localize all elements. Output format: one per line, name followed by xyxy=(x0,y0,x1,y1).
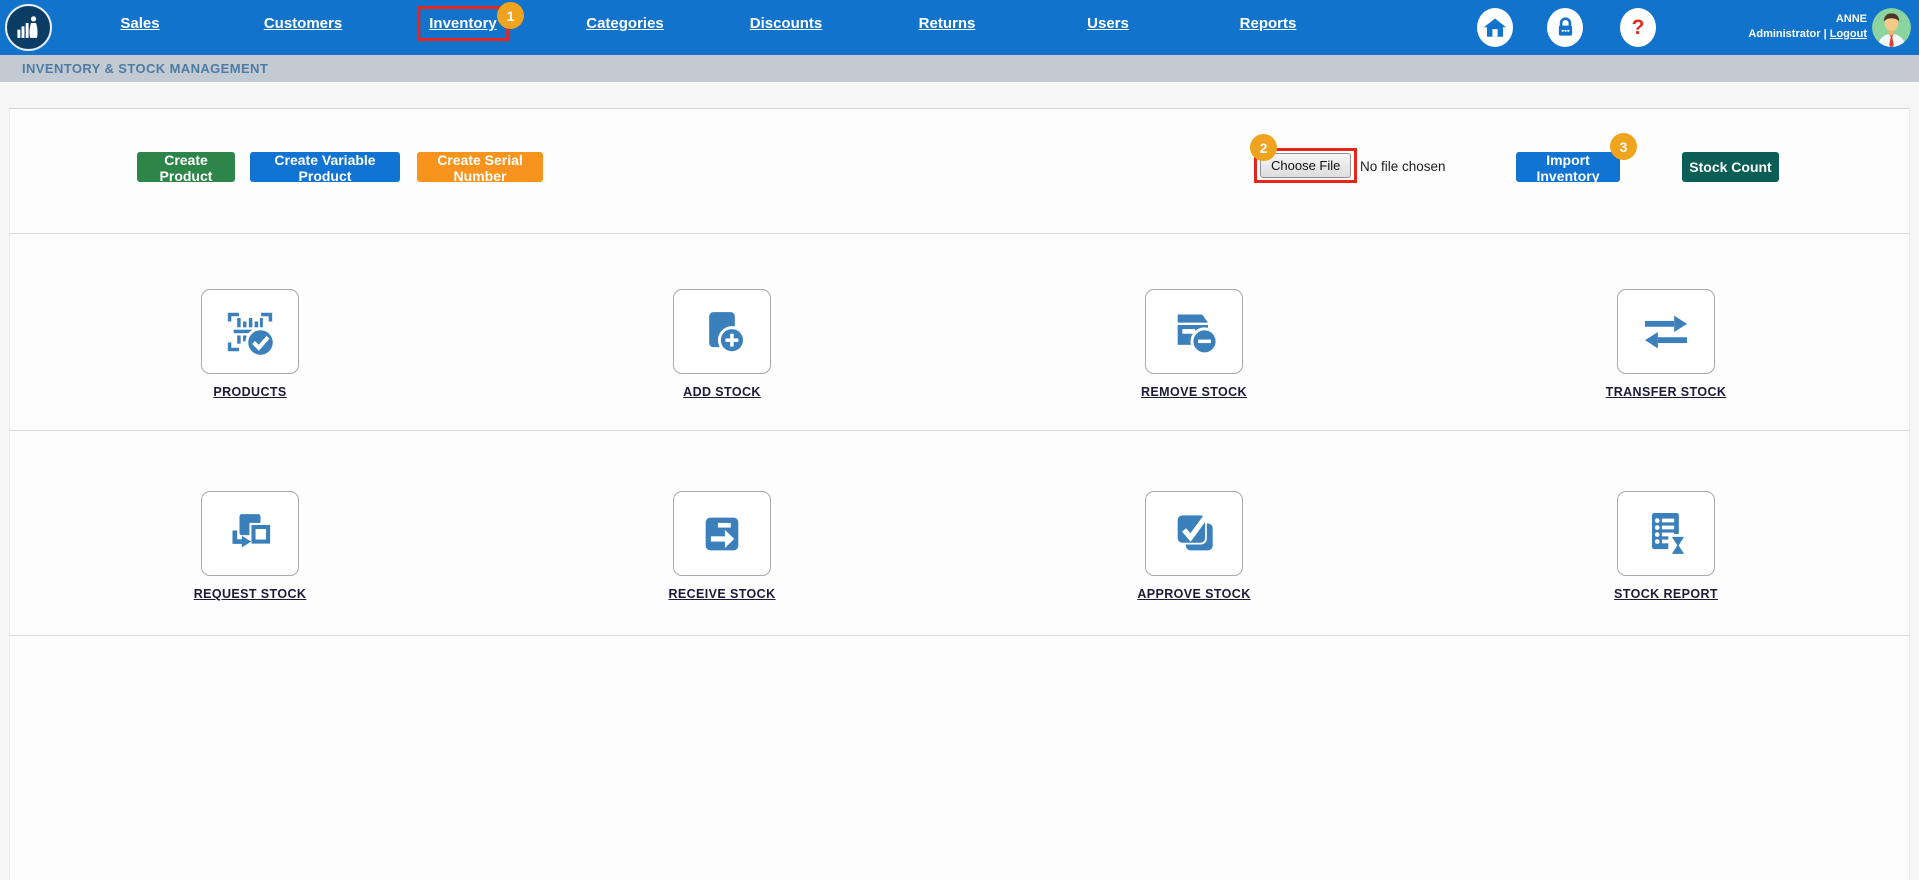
choose-file-button[interactable]: Choose File xyxy=(1260,153,1352,178)
document-plus-icon xyxy=(709,311,746,354)
remove-stock-tile[interactable] xyxy=(1145,289,1243,374)
barcode-check-icon xyxy=(227,312,276,358)
add-stock-tile[interactable] xyxy=(673,289,771,374)
receive-stock-link[interactable]: RECEIVE STOCK xyxy=(668,587,775,601)
nav-item-categories[interactable]: Categories xyxy=(586,15,664,32)
page-title-bar: INVENTORY & STOCK MANAGEMENT xyxy=(0,55,1919,82)
nav-item-users[interactable]: Users xyxy=(1087,15,1129,32)
avatar-icon xyxy=(1872,8,1911,47)
step-badge-3: 3 xyxy=(1610,133,1637,160)
home-button[interactable] xyxy=(1477,8,1513,47)
help-button[interactable]: ? xyxy=(1620,8,1656,47)
file-status-text: No file chosen xyxy=(1360,159,1446,174)
transfer-arrows-icon xyxy=(1645,315,1687,348)
lock-button[interactable] xyxy=(1547,8,1583,47)
card-transfer-stock: TRANSFER STOCK xyxy=(1606,289,1726,399)
help-icon: ? xyxy=(1631,15,1645,39)
card-receive-stock: RECEIVE STOCK xyxy=(668,491,775,601)
user-avatar[interactable] xyxy=(1872,8,1911,47)
stock-report-tile[interactable] xyxy=(1617,491,1715,576)
products-tile[interactable] xyxy=(201,289,299,374)
card-remove-stock: REMOVE STOCK xyxy=(1141,289,1247,399)
card-add-stock: ADD STOCK xyxy=(673,289,771,399)
products-link[interactable]: PRODUCTS xyxy=(213,385,286,399)
create-variable-product-button[interactable]: Create Variable Product xyxy=(250,152,400,184)
report-hourglass-icon xyxy=(1652,512,1687,557)
card-stock-report: STOCK REPORT xyxy=(1614,491,1718,601)
page-title: INVENTORY & STOCK MANAGEMENT xyxy=(22,61,269,76)
step-badge-1: 1 xyxy=(497,2,524,29)
logo-icon xyxy=(16,15,38,38)
import-inventory-button[interactable]: Import Inventory xyxy=(1516,152,1620,184)
request-stock-tile[interactable] xyxy=(201,491,299,576)
nav-item-returns[interactable]: Returns xyxy=(919,15,976,32)
logout-link[interactable]: Logout xyxy=(1830,28,1867,40)
user-divider: | xyxy=(1823,27,1827,40)
nav-item-customers[interactable]: Customers xyxy=(264,15,342,32)
app-logo[interactable] xyxy=(5,4,52,51)
divider xyxy=(9,430,1910,431)
stock-report-link[interactable]: STOCK REPORT xyxy=(1614,587,1718,601)
card-products: PRODUCTS xyxy=(201,289,299,399)
divider xyxy=(9,635,1910,636)
create-product-button[interactable]: Create Product xyxy=(137,152,235,184)
home-icon xyxy=(1483,17,1507,37)
request-stock-link[interactable]: REQUEST STOCK xyxy=(194,587,307,601)
box-minus-icon xyxy=(1177,314,1219,355)
transfer-stock-tile[interactable] xyxy=(1617,289,1715,374)
squares-arrow-icon xyxy=(232,513,271,547)
receive-stock-tile[interactable] xyxy=(673,491,771,576)
step-badge-2: 2 xyxy=(1250,134,1277,161)
nav-item-discounts[interactable]: Discounts xyxy=(750,15,823,32)
divider xyxy=(9,233,1910,234)
user-name: ANNE xyxy=(1835,13,1867,25)
stock-count-button[interactable]: Stock Count xyxy=(1682,152,1779,182)
user-role: Administrator xyxy=(1748,27,1821,40)
create-serial-number-button[interactable]: Create Serial Number xyxy=(417,152,543,184)
top-nav: Sales Customers Inventory 1 Categories D… xyxy=(0,0,1919,55)
card-request-stock: REQUEST STOCK xyxy=(194,491,306,601)
lock-icon xyxy=(1558,17,1572,36)
nav-item-sales[interactable]: Sales xyxy=(120,15,159,32)
nav-item-reports[interactable]: Reports xyxy=(1240,15,1297,32)
add-stock-link[interactable]: ADD STOCK xyxy=(683,385,761,399)
card-approve-stock: APPROVE STOCK xyxy=(1137,491,1250,601)
square-arrow-right-icon xyxy=(705,517,739,550)
remove-stock-link[interactable]: REMOVE STOCK xyxy=(1141,385,1247,399)
user-block: ANNE Administrator | Logout xyxy=(1748,12,1867,42)
squares-check-icon xyxy=(1175,513,1213,550)
transfer-stock-link[interactable]: TRANSFER STOCK xyxy=(1606,385,1727,399)
annotation-box-inventory: Inventory xyxy=(417,6,509,41)
approve-stock-link[interactable]: APPROVE STOCK xyxy=(1137,587,1250,601)
nav-item-inventory[interactable]: Inventory xyxy=(417,6,509,41)
approve-stock-tile[interactable] xyxy=(1145,491,1243,576)
